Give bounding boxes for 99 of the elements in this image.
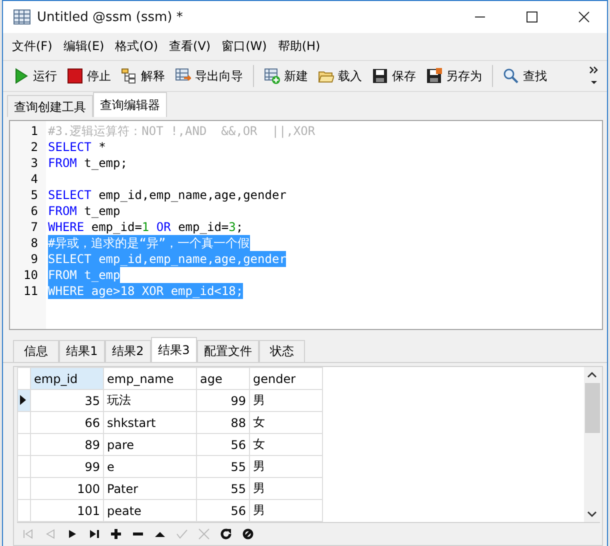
menu-item[interactable]: 窗口(W): [222, 38, 267, 55]
tab[interactable]: 查询创建工具: [7, 95, 93, 117]
line-number: 1: [30, 123, 38, 139]
toolbar-button[interactable]: 停止: [63, 66, 115, 86]
row-marker[interactable]: [18, 412, 30, 434]
line-number: 9: [30, 251, 38, 267]
column-header[interactable]: gender: [250, 368, 322, 390]
line-number: 3: [30, 155, 38, 171]
tab[interactable]: 状态: [259, 340, 305, 362]
window-title: Untitled @ssm (ssm) *: [37, 10, 183, 24]
table-icon: [13, 9, 31, 25]
floppy-icon: [426, 68, 442, 84]
table-cell: pare: [104, 434, 196, 456]
table-cell: 女: [250, 412, 322, 434]
close-icon[interactable]: [578, 11, 590, 23]
toolbar-button[interactable]: 保存: [368, 66, 420, 86]
scrollbar-thumb[interactable]: [584, 383, 600, 433]
diagram-icon: [121, 68, 137, 84]
toolbar-button[interactable]: 新建: [260, 66, 312, 86]
line-number: 5: [30, 187, 38, 203]
table-cell: 56: [196, 434, 250, 456]
table-cell: 男: [250, 478, 322, 500]
nav-button[interactable]: [66, 528, 78, 540]
row-marker[interactable]: [18, 500, 30, 522]
line-number: 4: [30, 171, 38, 187]
line-number: 10: [24, 267, 38, 283]
check-icon: [176, 528, 188, 540]
line-number: 2: [30, 139, 38, 155]
stop-icon: [67, 68, 83, 84]
menu-item[interactable]: 编辑(E): [63, 38, 104, 55]
table-cell: e: [104, 456, 196, 478]
plus-icon: [110, 528, 122, 540]
tab[interactable]: 查询编辑器: [93, 92, 167, 117]
table-cell: shkstart: [104, 412, 196, 434]
table-cell: 88: [196, 412, 250, 434]
table-cell: 101: [30, 500, 104, 522]
sql-editor[interactable]: [9, 120, 603, 330]
menu-item[interactable]: 查看(V): [169, 38, 211, 55]
table-cell: 55: [196, 478, 250, 500]
cross-icon: [198, 528, 210, 540]
toolbar-button[interactable]: 另存为: [422, 66, 486, 86]
menu-item[interactable]: 文件(F): [12, 38, 52, 55]
table-cell: 89: [30, 434, 104, 456]
table-cell: 99: [30, 456, 104, 478]
overflow-icon[interactable]: [589, 65, 599, 87]
run-icon: [13, 68, 29, 84]
floppy-icon: [372, 68, 388, 84]
maximize-icon[interactable]: [526, 11, 538, 23]
table-cell: 99: [196, 390, 250, 412]
line-number: 8: [30, 235, 38, 251]
row-marker[interactable]: [18, 390, 30, 412]
column-header[interactable]: age: [196, 368, 250, 390]
nav-button[interactable]: [242, 528, 254, 540]
nav-button[interactable]: [88, 528, 100, 540]
current-row-icon: [20, 394, 26, 404]
refresh-icon: [220, 528, 232, 540]
tab[interactable]: 结果2: [105, 340, 151, 362]
line-number: 7: [30, 219, 38, 235]
nav-button[interactable]: [110, 528, 122, 540]
tab[interactable]: 结果1: [59, 340, 105, 362]
table-cell: 100: [30, 478, 104, 500]
next-icon: [66, 528, 78, 540]
previous-icon: [44, 528, 56, 540]
table-cell: 男: [250, 500, 322, 522]
table-cell: 女: [250, 434, 322, 456]
table-cell: 男: [250, 456, 322, 478]
add-table-icon: [264, 68, 280, 84]
row-marker[interactable]: [18, 456, 30, 478]
nav-button[interactable]: [220, 528, 232, 540]
toolbar-button[interactable]: 载入: [314, 66, 366, 86]
menu-item[interactable]: 帮助(H): [278, 38, 320, 55]
column-header[interactable]: emp_name: [104, 368, 196, 390]
row-marker[interactable]: [18, 434, 30, 456]
tab[interactable]: 结果3: [151, 337, 197, 362]
row-marker[interactable]: [18, 478, 30, 500]
search-icon: [503, 68, 519, 84]
line-number: 11: [24, 283, 38, 299]
table-cell: 男: [250, 390, 322, 412]
menu-item[interactable]: 格式(O): [115, 38, 158, 55]
stop-icon: [242, 528, 254, 540]
table-cell: 55: [196, 456, 250, 478]
toolbar-button[interactable]: 解释: [117, 66, 169, 86]
tab[interactable]: 配置文件: [197, 340, 259, 362]
table-cell: 玩法: [104, 390, 196, 412]
toolbar-button[interactable]: 查找: [499, 66, 551, 86]
tab[interactable]: 信息: [13, 340, 59, 362]
column-header[interactable]: emp_id: [30, 368, 104, 390]
first-icon: [22, 528, 34, 540]
toolbar-button[interactable]: 导出向导: [171, 66, 247, 86]
table-cell: 66: [30, 412, 104, 434]
toolbar-button[interactable]: 运行: [9, 66, 61, 86]
table-cell: 35: [30, 390, 104, 412]
scroll-up-icon[interactable]: [587, 371, 597, 379]
last-icon: [88, 528, 100, 540]
scroll-down-icon[interactable]: [587, 510, 597, 518]
table-cell: Pater: [104, 478, 196, 500]
table-cell: peate: [104, 500, 196, 522]
table-cell: 56: [196, 500, 250, 522]
line-number: 6: [30, 203, 38, 219]
